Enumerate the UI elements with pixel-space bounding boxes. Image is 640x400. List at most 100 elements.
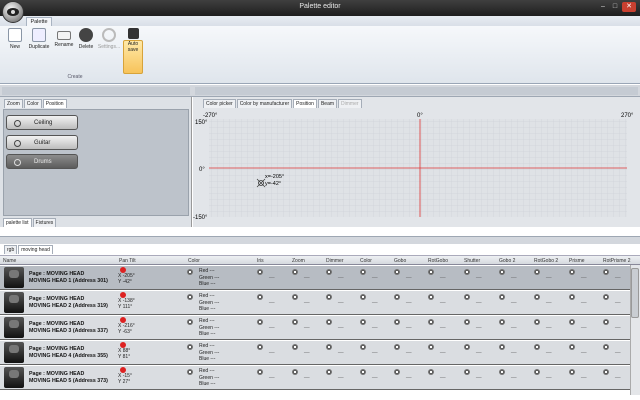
table-row[interactable]: Page : MOVING HEAD MOVING HEAD 2 (Address… [0,291,630,315]
tab-color-picker[interactable]: Color picker [203,99,236,108]
channel-enable-icon[interactable] [464,294,470,300]
channel-enable-icon[interactable] [360,319,366,325]
tab-color-by-manufacturer[interactable]: Color by manufacturer [236,99,293,108]
pan-tilt-cell[interactable]: X 88° Y 81° [118,342,130,360]
table-row[interactable]: Page : MOVING HEAD MOVING HEAD 3 (Address… [0,316,630,340]
channel-enable-icon[interactable] [428,369,434,375]
channel-enable-icon[interactable] [394,344,400,350]
close-button[interactable]: ✕ [622,2,636,12]
channel-enable-icon[interactable] [569,344,575,350]
channel-enable-icon[interactable] [534,269,540,275]
channel-enable-icon[interactable] [394,269,400,275]
palette-guitar[interactable]: Guitar [6,135,78,150]
lower-splitter[interactable] [0,236,640,244]
channel-enable-icon[interactable] [257,294,263,300]
channel-enable-icon[interactable] [360,369,366,375]
channel-enable-icon[interactable] [360,269,366,275]
settings-button[interactable]: Settings... [96,28,122,50]
channel-enable-icon[interactable] [326,294,332,300]
pan-tilt-cell[interactable]: X -15° Y 27° [118,367,132,385]
channel-enable-icon[interactable] [257,369,263,375]
delete-button[interactable]: Delete [77,28,95,50]
channel-enable-icon[interactable] [292,344,298,350]
channel-enable-icon[interactable] [326,344,332,350]
channel-enable-icon[interactable] [534,369,540,375]
tab-dimmer[interactable]: Dimmer [338,99,362,108]
new-button[interactable]: New [6,28,24,50]
tab-rgb[interactable]: rgb [4,245,18,254]
table-row[interactable]: Page : MOVING HEAD MOVING HEAD 4 (Address… [0,341,630,365]
table-row[interactable]: Page : MOVING HEAD MOVING HEAD 5 (Address… [0,366,630,390]
channel-enable-icon[interactable] [569,319,575,325]
channel-enable-icon[interactable] [499,294,505,300]
channel-enable-icon[interactable] [603,344,609,350]
tab-color[interactable]: Color [23,99,42,108]
channel-enable-icon[interactable] [292,269,298,275]
channel-enable-icon[interactable] [257,344,263,350]
pan-tilt-cell[interactable]: X -138° Y 111° [118,292,135,310]
channel-enable-icon[interactable] [499,319,505,325]
channel-enable-icon[interactable] [569,269,575,275]
color-enable-icon[interactable] [187,269,193,275]
color-enable-icon[interactable] [187,369,193,375]
channel-enable-icon[interactable] [534,319,540,325]
left-tabs: Zoom Color Position [4,99,67,108]
channel-enable-icon[interactable] [603,369,609,375]
palette-drums[interactable]: Drums [6,154,78,169]
channel-enable-icon[interactable] [499,369,505,375]
channel-enable-icon[interactable] [569,369,575,375]
channel-enable-icon[interactable] [569,294,575,300]
channel-enable-icon[interactable] [464,319,470,325]
channel-enable-icon[interactable] [360,294,366,300]
channel-enable-icon[interactable] [499,344,505,350]
channel-enable-icon[interactable] [428,269,434,275]
channel-enable-icon[interactable] [428,344,434,350]
scrollbar-thumb[interactable] [631,268,639,318]
palette-ceiling[interactable]: Ceiling [6,115,78,130]
pan-tilt-cell[interactable]: X -205° Y -42° [118,267,135,285]
channel-enable-icon[interactable] [499,269,505,275]
tab-zoom[interactable]: Zoom [4,99,23,108]
duplicate-button[interactable]: Duplicate [27,28,51,50]
channel-enable-icon[interactable] [394,369,400,375]
channel-enable-icon[interactable] [603,294,609,300]
channel-enable-icon[interactable] [603,269,609,275]
rename-button[interactable]: Rename [53,28,75,48]
maximize-button[interactable]: □ [610,2,620,12]
channel-enable-icon[interactable] [292,319,298,325]
tab-moving-head[interactable]: moving head [18,245,53,254]
channel-enable-icon[interactable] [464,269,470,275]
table-row[interactable]: Page : MOVING HEAD MOVING HEAD 1 (Address… [0,266,630,290]
app-menu-icon[interactable] [2,1,24,23]
channel-enable-icon[interactable] [292,294,298,300]
position-marker[interactable] [256,178,266,188]
channel-enable-icon[interactable] [428,319,434,325]
color-enable-icon[interactable] [187,344,193,350]
channel-enable-icon[interactable] [326,369,332,375]
tab-palette-list[interactable]: palette list [3,218,32,227]
channel-enable-icon[interactable] [464,344,470,350]
channel-enable-icon[interactable] [360,344,366,350]
channel-enable-icon[interactable] [534,344,540,350]
color-cell: Red --- Green --- Blue --- [199,343,219,363]
channel-enable-icon[interactable] [326,319,332,325]
channel-enable-icon[interactable] [257,269,263,275]
minimize-button[interactable]: – [598,2,608,12]
tab-position[interactable]: Position [42,99,67,108]
channel-enable-icon[interactable] [326,269,332,275]
channel-enable-icon[interactable] [603,319,609,325]
channel-enable-icon[interactable] [464,369,470,375]
channel-enable-icon[interactable] [428,294,434,300]
tab-position-picker[interactable]: Position [293,99,317,108]
pan-tilt-grid[interactable]: -270° 0° 270° 150° 0° -150° x=-205° y=-4… [193,109,640,227]
channel-enable-icon[interactable] [394,294,400,300]
channel-enable-icon[interactable] [534,294,540,300]
channel-enable-icon[interactable] [394,319,400,325]
channel-enable-icon[interactable] [292,369,298,375]
pan-tilt-cell[interactable]: X -216° Y -63° [118,317,135,335]
channel-enable-icon[interactable] [257,319,263,325]
color-enable-icon[interactable] [187,294,193,300]
color-enable-icon[interactable] [187,319,193,325]
tab-beam[interactable]: Beam [317,99,338,108]
tab-fixtures[interactable]: Fixtures [32,218,57,227]
